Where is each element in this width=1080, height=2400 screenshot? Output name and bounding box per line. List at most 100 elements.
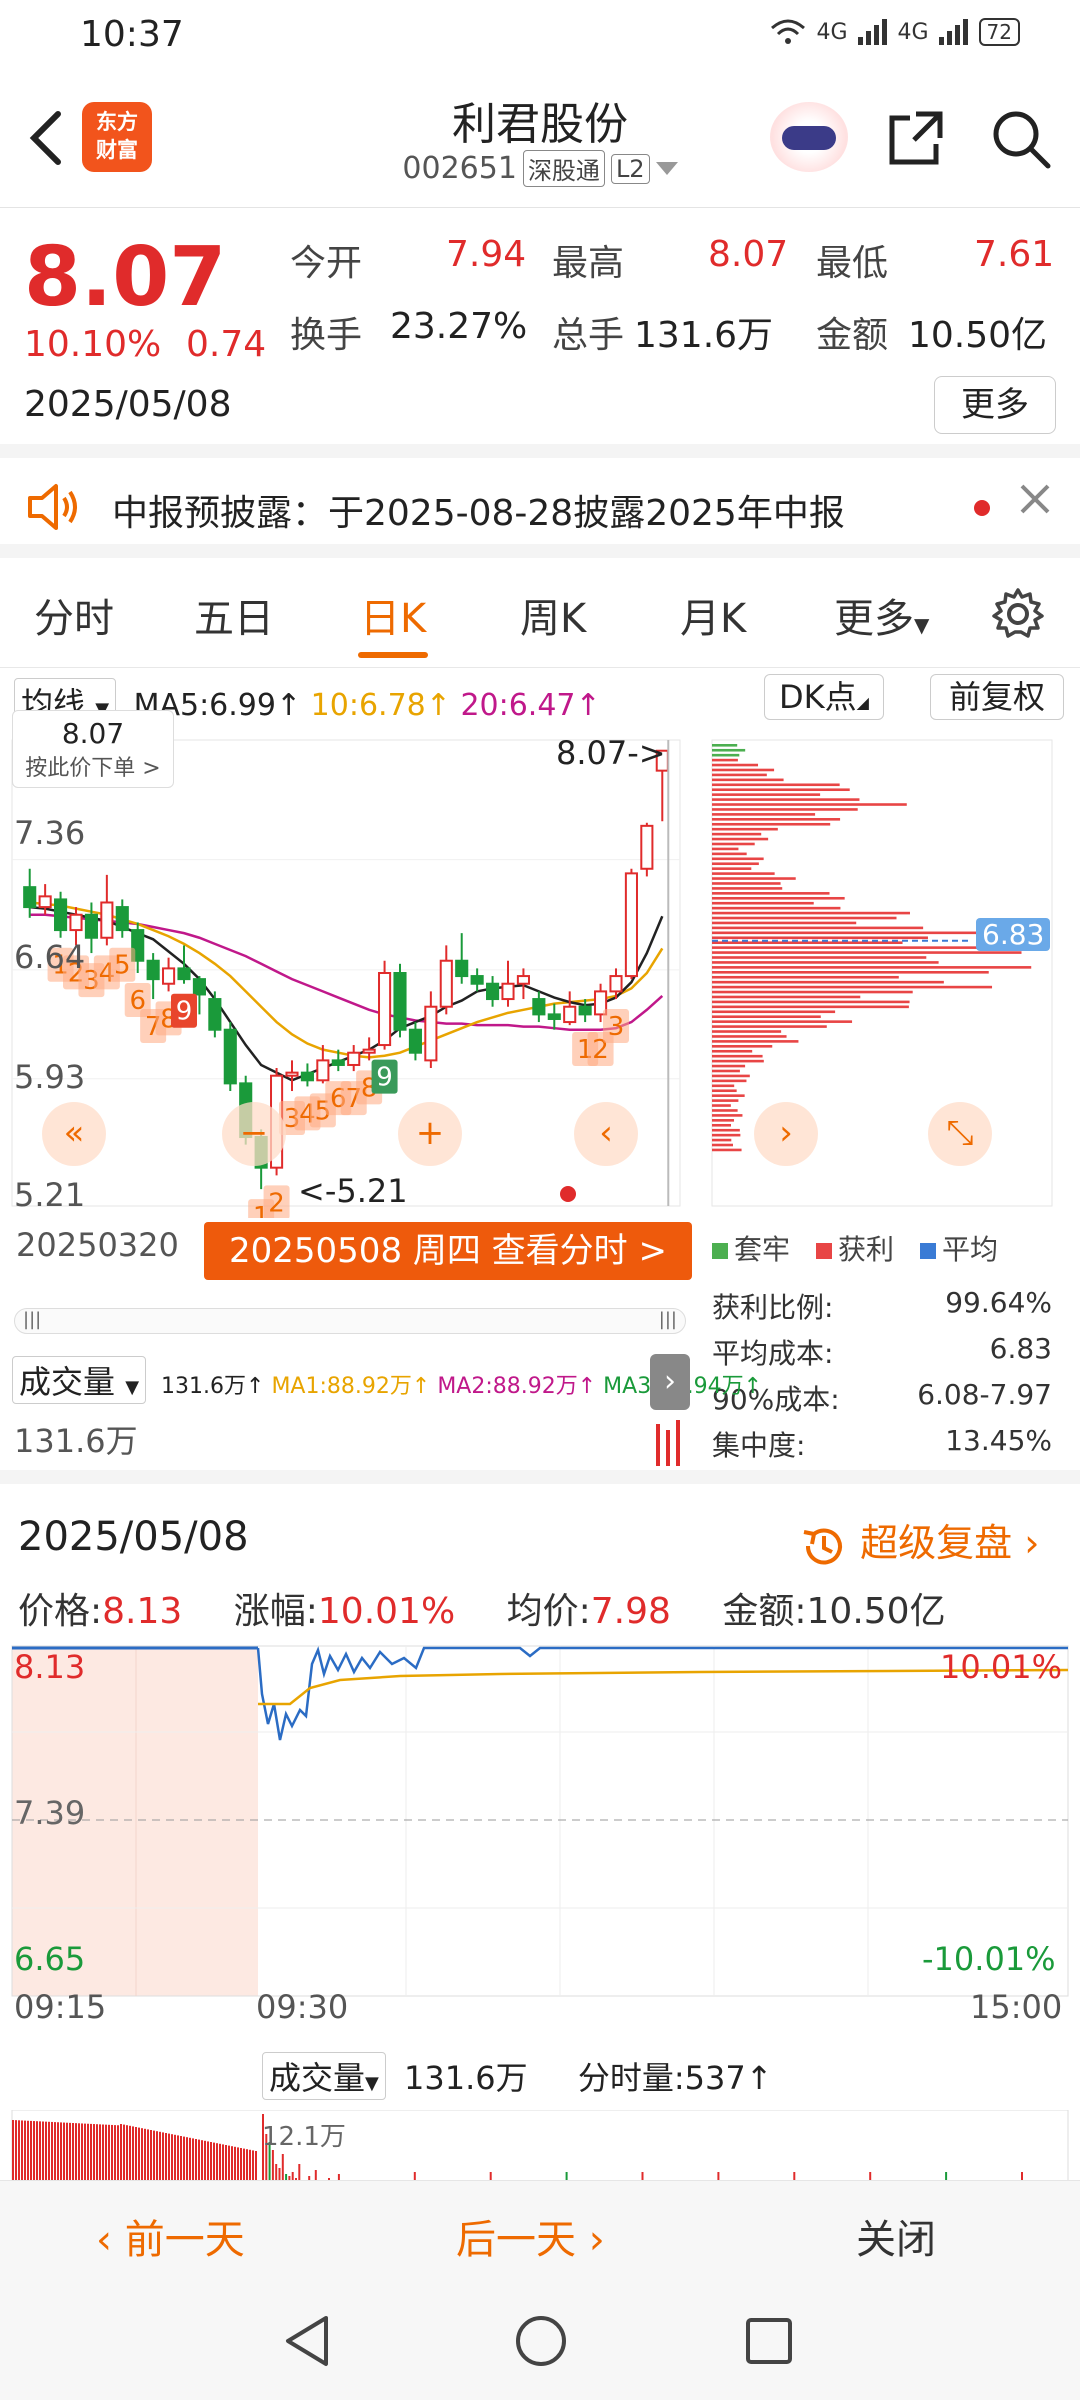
nav-back-icon[interactable] [282, 2314, 332, 2368]
chip-bar [712, 906, 841, 910]
chip-bar [712, 911, 910, 915]
chip-bar [712, 758, 738, 762]
chip-bar [712, 936, 928, 940]
tick-volume: 分时量:537↑ [577, 2059, 773, 2097]
chip-bar [712, 813, 816, 816]
kline-chart[interactable]: 123456789123456789123 [0, 728, 1080, 1218]
chip-bar [712, 862, 759, 866]
chip-bar [712, 753, 740, 757]
time-end: 15:00 [970, 1988, 1063, 2026]
signal-icon [857, 19, 887, 45]
chip-bar [712, 1020, 853, 1023]
vol-ma1: MA1:88.92万↑ [271, 1374, 431, 1399]
speaker-icon [28, 484, 77, 530]
chip-bar [712, 980, 944, 984]
chip-stat-row: 获利比例: 99.64% [712, 1286, 1052, 1324]
share-icon[interactable] [886, 108, 946, 168]
level-tag: L2 [610, 153, 650, 184]
quote-date: 2025/05/08 [24, 384, 232, 425]
signal-marker-label: 5 [114, 951, 131, 981]
gear-icon[interactable] [990, 586, 1046, 642]
chip-bar [712, 971, 989, 974]
chip-bar [712, 822, 831, 826]
chevron-right-icon: › [1024, 1521, 1040, 1565]
range-scrollbar[interactable]: ||| ||| [14, 1308, 686, 1334]
notice-bar[interactable]: 中报预披露：于2025-08-28披露2025年中报 [0, 458, 1080, 558]
intraday-volume-select[interactable]: 成交量▼ [262, 2052, 386, 2100]
quote-panel: 8.07 10.10% 0.74 2025/05/08 今开 7.94 最高 8… [0, 208, 1080, 458]
y-label-1: 7.36 [14, 814, 86, 852]
candle [640, 824, 654, 870]
chevron-down-icon: ▼ [365, 2073, 379, 2094]
vol-ma2: MA2:88.92万↑ [437, 1374, 597, 1399]
candle [501, 982, 515, 1001]
candle [378, 972, 392, 1047]
low-marker: <-5.21 [298, 1172, 408, 1210]
zoom-out-icon[interactable]: − [222, 1102, 286, 1166]
intraday-y-top: 8.13 [14, 1648, 86, 1686]
candle [578, 1005, 592, 1016]
chip-bar [712, 1084, 735, 1088]
candle [532, 998, 546, 1016]
chip-bar [712, 1128, 740, 1132]
super-replay-button[interactable]: 超级复盘 › [800, 1512, 1039, 1568]
forward-adjust-button[interactable]: 前复权 [930, 674, 1064, 720]
close-icon[interactable] [1018, 482, 1052, 516]
chip-bar [712, 921, 857, 925]
nav-recents-icon[interactable] [744, 2316, 794, 2366]
tab-monthly-k[interactable]: 月K [680, 586, 746, 644]
battery-icon: 72 [978, 18, 1020, 46]
volume-bars [656, 1420, 680, 1466]
volume-indicator-select[interactable]: 成交量 ▼ [12, 1356, 147, 1404]
chip-bar [712, 1119, 735, 1122]
chip-bar [712, 892, 830, 895]
expand-icon[interactable]: ⤡ [928, 1102, 992, 1166]
chip-bar [712, 1049, 753, 1053]
nav-home-icon[interactable] [514, 2314, 568, 2368]
amount-label: 金额 [816, 315, 889, 356]
chip-bar [712, 793, 821, 796]
intraday-pct-bottom: -10.01% [922, 1940, 1056, 1978]
ai-assistant-icon[interactable] [770, 102, 848, 172]
scroll-left-icon[interactable]: ‹ [574, 1102, 638, 1166]
chip-bar [712, 872, 775, 875]
time-start: 09:15 [14, 1988, 107, 2026]
ma10-value: 10:6.78↑ [310, 688, 451, 723]
collapse-panel-icon[interactable]: › [650, 1354, 690, 1410]
more-quote-button[interactable]: 更多 [934, 376, 1056, 434]
chevron-right-icon: › [576, 2217, 605, 2263]
chip-stat-row: 平均成本: 6.83 [712, 1332, 1052, 1370]
chip-bar [712, 1045, 773, 1048]
view-intraday-button[interactable]: 20250508 周四 查看分时 > [204, 1222, 692, 1280]
scroll-left-fast-icon[interactable]: « [42, 1102, 106, 1166]
chip-bar [712, 1104, 731, 1107]
open-label: 今开 [290, 243, 363, 284]
chip-bar [712, 995, 861, 999]
left-handle-icon[interactable]: ||| [23, 1309, 41, 1330]
tab-five-day[interactable]: 五日 [194, 586, 274, 644]
chip-bar [712, 882, 781, 885]
scroll-right-icon[interactable]: › [754, 1102, 818, 1166]
legend-average: 平均 [920, 1228, 998, 1268]
intraday-section: 2025/05/08 超级复盘 › 价格:8.13 涨幅:10.01% 均价:7… [0, 1470, 1080, 2194]
chip-bar [712, 956, 927, 959]
network-label-1: 4G [816, 19, 848, 45]
candle [177, 967, 191, 981]
tab-daily-k[interactable]: 日K [360, 586, 426, 644]
candle [408, 1028, 422, 1054]
tab-more[interactable]: 更多▼ [834, 586, 929, 644]
candle [115, 906, 129, 932]
search-icon[interactable] [990, 108, 1052, 170]
next-day-button[interactable]: 后一天 › [456, 2207, 605, 2265]
close-button[interactable]: 关闭 [856, 2207, 936, 2265]
prev-day-button[interactable]: ‹ 前一天 [96, 2207, 245, 2265]
candle [285, 1071, 299, 1077]
right-handle-icon[interactable]: ||| [659, 1309, 677, 1330]
zoom-in-icon[interactable]: + [398, 1102, 462, 1166]
tab-weekly-k[interactable]: 周K [520, 586, 586, 644]
candle [516, 975, 530, 985]
tab-intraday[interactable]: 分时 [34, 586, 114, 644]
order-at-price-tip[interactable]: 8.07 按此价下单 > [12, 710, 174, 788]
dk-point-button[interactable]: DK点◢ [764, 674, 884, 720]
intraday-chart[interactable] [0, 1644, 1080, 2004]
